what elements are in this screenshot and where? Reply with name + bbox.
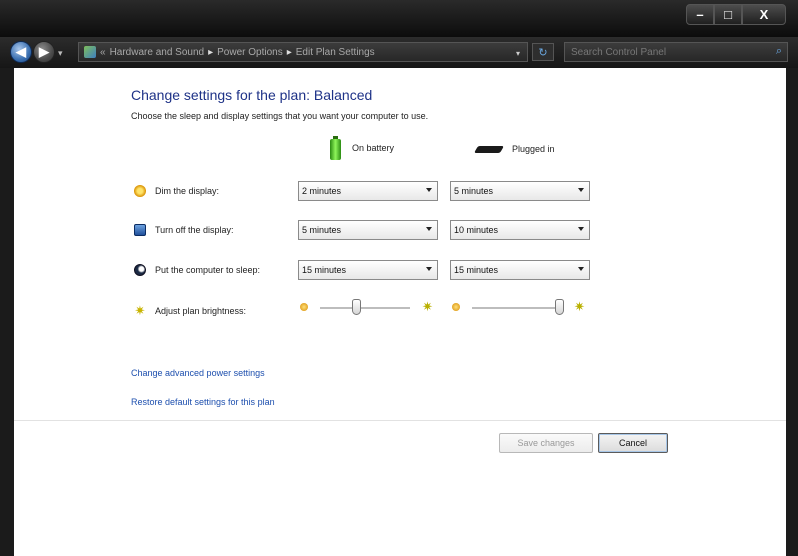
save-changes-button[interactable]: Save changes xyxy=(499,433,593,453)
maximize-button[interactable]: □ xyxy=(714,4,742,25)
forward-button[interactable]: ▶ xyxy=(33,41,55,63)
column-header-on-battery: On battery xyxy=(330,136,394,160)
bright-sun-icon: ✷ xyxy=(422,299,433,314)
plug-icon xyxy=(473,144,505,154)
dim-display-row-label: Dim the display: xyxy=(134,185,219,197)
search-box[interactable]: Search Control Panel ⌕ xyxy=(564,42,788,62)
recent-pages-chevron-icon[interactable]: ▾ xyxy=(58,48,63,59)
control-panel-icon xyxy=(84,46,96,58)
brightness-plugged-slider[interactable]: ✷ xyxy=(452,298,590,318)
dim-display-plugged-select[interactable]: 5 minutes xyxy=(450,181,590,201)
window-controls: – □ X xyxy=(686,4,786,25)
chevron-down-icon xyxy=(578,227,584,231)
slider-track[interactable] xyxy=(320,307,410,310)
breadcrumb-separator[interactable]: ▸ xyxy=(208,47,213,58)
sleep-battery-select[interactable]: 15 minutes xyxy=(298,260,438,280)
turn-off-display-battery-select[interactable]: 5 minutes xyxy=(298,220,438,240)
back-button[interactable]: ◀ xyxy=(10,41,32,63)
slider-thumb[interactable] xyxy=(351,299,361,315)
title-bar: – □ X xyxy=(0,0,798,37)
minimize-button[interactable]: – xyxy=(686,4,714,25)
sleep-row-label: Put the computer to sleep: xyxy=(134,264,260,276)
chevron-down-icon xyxy=(426,227,432,231)
turn-off-display-battery-value: 5 minutes xyxy=(302,225,342,235)
dim-display-battery-value: 2 minutes xyxy=(302,186,342,196)
on-battery-label: On battery xyxy=(352,143,395,153)
breadcrumb-edit-plan-settings[interactable]: Edit Plan Settings xyxy=(296,47,375,58)
chevron-down-icon xyxy=(426,188,432,192)
chevron-down-icon xyxy=(426,267,432,271)
window-border-right xyxy=(786,68,798,556)
brightness-battery-slider[interactable]: ✷ xyxy=(300,298,438,318)
cancel-button[interactable]: Cancel xyxy=(598,433,668,453)
address-dropdown-icon[interactable]: ▾ xyxy=(516,49,520,58)
dim-display-icon xyxy=(134,185,146,197)
plugged-in-label: Plugged in xyxy=(512,144,555,154)
address-bar[interactable]: « Hardware and Sound ▸ Power Options ▸ E… xyxy=(78,42,528,62)
battery-icon xyxy=(330,136,341,160)
chevron-down-icon xyxy=(578,267,584,271)
brightness-row-label: ✷ Adjust plan brightness: xyxy=(134,303,247,318)
restore-defaults-link[interactable]: Restore default settings for this plan xyxy=(131,397,275,407)
chevron-down-icon xyxy=(578,188,584,192)
sleep-plugged-value: 15 minutes xyxy=(454,265,499,275)
window: – □ X ◀ ▶ ▾ « Hardware and Sound ▸ Power… xyxy=(0,0,798,556)
turn-off-display-plugged-select[interactable]: 10 minutes xyxy=(450,220,590,240)
page-title: Change settings for the plan: Balanced xyxy=(131,87,373,103)
breadcrumb-power-options[interactable]: Power Options xyxy=(217,47,283,58)
sleep-battery-value: 15 minutes xyxy=(302,265,347,275)
breadcrumb-overflow[interactable]: « xyxy=(100,47,106,58)
breadcrumb-separator[interactable]: ▸ xyxy=(287,47,292,58)
slider-thumb[interactable] xyxy=(554,299,564,315)
sleep-plugged-select[interactable]: 15 minutes xyxy=(450,260,590,280)
page-subtitle: Choose the sleep and display settings th… xyxy=(131,111,429,121)
search-placeholder: Search Control Panel xyxy=(571,46,667,58)
advanced-power-settings-link[interactable]: Change advanced power settings xyxy=(131,368,265,378)
close-button[interactable]: X xyxy=(742,4,786,25)
dim-sun-icon xyxy=(452,303,460,311)
monitor-icon xyxy=(134,224,146,236)
dim-display-battery-select[interactable]: 2 minutes xyxy=(298,181,438,201)
sleep-moon-icon xyxy=(134,264,146,276)
turn-off-display-label: Turn off the display: xyxy=(155,225,234,235)
dim-display-label: Dim the display: xyxy=(155,186,220,196)
sleep-label: Put the computer to sleep: xyxy=(155,265,261,275)
slider-track[interactable] xyxy=(472,307,562,310)
divider xyxy=(14,420,786,421)
search-icon[interactable]: ⌕ xyxy=(776,45,782,58)
bright-sun-icon: ✷ xyxy=(574,299,585,314)
navigation-bar: ◀ ▶ ▾ « Hardware and Sound ▸ Power Optio… xyxy=(0,37,798,68)
brightness-label: Adjust plan brightness: xyxy=(155,306,247,316)
turn-off-display-row-label: Turn off the display: xyxy=(134,224,234,236)
breadcrumb-hardware-and-sound[interactable]: Hardware and Sound xyxy=(110,47,205,58)
dim-display-plugged-value: 5 minutes xyxy=(454,186,494,196)
turn-off-display-plugged-value: 10 minutes xyxy=(454,225,499,235)
dim-sun-icon xyxy=(300,303,308,311)
main-content: Change settings for the plan: Balanced C… xyxy=(14,68,786,556)
column-header-plugged-in: Plugged in xyxy=(473,144,555,154)
refresh-button[interactable]: ↻ xyxy=(532,43,554,61)
window-border-left xyxy=(0,68,14,556)
brightness-sun-icon: ✷ xyxy=(134,303,146,318)
